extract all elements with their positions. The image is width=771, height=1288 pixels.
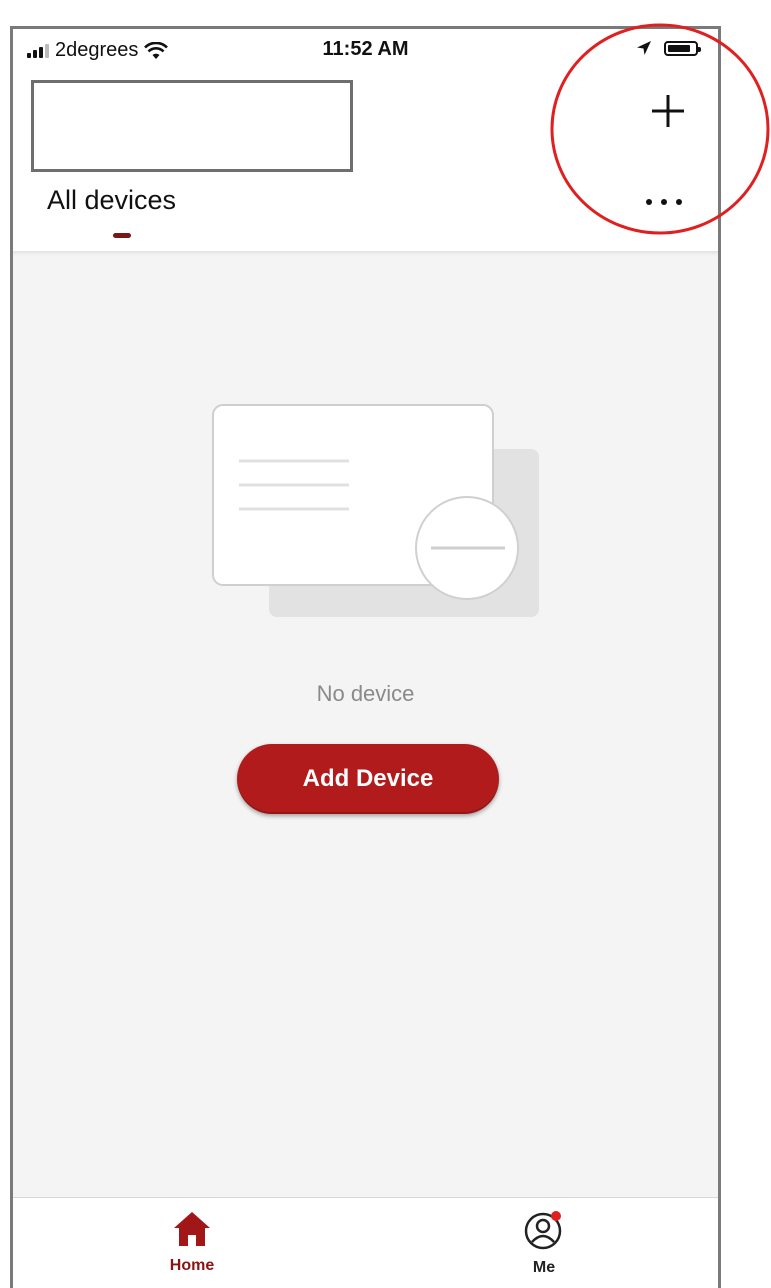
status-time: 11:52 AM bbox=[322, 38, 409, 60]
plus-icon[interactable] bbox=[648, 91, 688, 131]
user-icon bbox=[524, 1211, 562, 1250]
more-dot bbox=[646, 199, 652, 205]
more-dot bbox=[676, 199, 682, 205]
device-list-area: No device Add Device bbox=[13, 251, 718, 1201]
logo-placeholder bbox=[31, 80, 353, 172]
tab-home[interactable]: Home bbox=[147, 1210, 237, 1275]
tab-me-label: Me bbox=[532, 1259, 556, 1276]
notification-badge bbox=[551, 1211, 561, 1221]
empty-state-message: No device bbox=[316, 681, 415, 706]
empty-devices-illustration bbox=[212, 404, 539, 617]
add-device-button[interactable]: Add Device bbox=[237, 744, 499, 814]
tab-home-label: Home bbox=[169, 1257, 215, 1274]
phone-screen: 2degrees 11:52 AM All devices No device … bbox=[10, 26, 721, 1288]
more-dot bbox=[661, 199, 667, 205]
tab-selected-indicator bbox=[113, 233, 131, 238]
tab-all-devices[interactable]: All devices bbox=[47, 185, 176, 216]
more-icon[interactable] bbox=[646, 197, 682, 207]
status-bar: 2degrees 11:52 AM bbox=[13, 29, 718, 73]
battery-level bbox=[668, 44, 691, 52]
battery-icon bbox=[664, 40, 701, 56]
location-arrow-icon bbox=[637, 41, 651, 55]
bottom-tab-bar: Home Me bbox=[13, 1197, 718, 1288]
status-right bbox=[636, 40, 701, 56]
home-icon bbox=[174, 1212, 210, 1246]
tab-me[interactable]: Me bbox=[499, 1210, 589, 1277]
